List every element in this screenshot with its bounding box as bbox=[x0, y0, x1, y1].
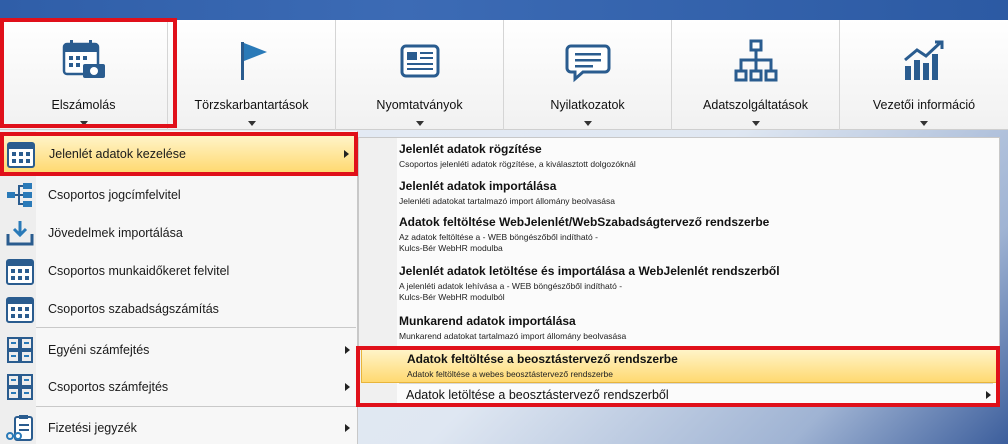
submenu-arrow-icon bbox=[345, 383, 350, 391]
clipboard-glasses-icon bbox=[0, 409, 40, 444]
menu-separator bbox=[36, 406, 356, 407]
submenu-item-title: Jelenlét adatok letöltése és importálása… bbox=[399, 264, 780, 278]
calendar-icon bbox=[0, 290, 40, 328]
bar-chart-growth-icon bbox=[904, 40, 944, 80]
menu-item-csoportos-szamfejtes[interactable]: Csoportos számfejtés bbox=[0, 368, 358, 406]
submenu-item-title: Jelenlét adatok rögzítése bbox=[399, 142, 542, 156]
ribbon-button-elszamolas[interactable]: Elszámolás bbox=[0, 20, 168, 130]
submenu-item-description: Az adatok feltöltése a - WEB böngészőből… bbox=[399, 232, 989, 254]
menu-item-egyeni-szamfejtes[interactable]: Egyéni számfejtés bbox=[0, 331, 358, 369]
dropdown-arrow-icon bbox=[583, 121, 592, 126]
ribbon-toolbar: Elszámolás Törzskarbantartások Nyomtatvá… bbox=[0, 20, 1008, 130]
hierarchy-icon bbox=[0, 176, 40, 214]
submenu-item-description: Adatok feltöltése a webes beosztástervez… bbox=[407, 369, 614, 379]
grid-icon bbox=[0, 368, 40, 406]
ribbon-button-adatszolgaltatasok[interactable]: Adatszolgáltatások bbox=[672, 20, 840, 130]
submenu-arrow-icon bbox=[986, 391, 991, 399]
org-chart-icon bbox=[734, 39, 777, 82]
dropdown-arrow-icon bbox=[415, 121, 424, 126]
submenu-arrow-icon bbox=[345, 346, 350, 354]
menu-item-label: Csoportos jogcímfelvitel bbox=[48, 188, 181, 202]
submenu-item-adatok-feltoltese-beosztastervezo[interactable]: Adatok feltöltése a beosztástervező rend… bbox=[361, 349, 997, 383]
download-tray-icon bbox=[0, 214, 40, 252]
menu-item-label: Csoportos számfejtés bbox=[48, 380, 169, 394]
menu-item-label: Fizetési jegyzék bbox=[48, 421, 137, 435]
menu-item-csoportos-jogcimfelvitel[interactable]: Csoportos jogcímfelvitel bbox=[0, 176, 358, 214]
submenu-item-title: Jelenlét adatok importálása bbox=[399, 179, 557, 193]
menu-item-label: Csoportos szabadságszámítás bbox=[48, 302, 219, 316]
menu-item-csoportos-szabadsagszamitas[interactable]: Csoportos szabadságszámítás bbox=[0, 290, 358, 328]
description-line: Az adatok feltöltése a - WEB böngészőből… bbox=[399, 232, 598, 242]
menu-separator bbox=[36, 327, 356, 328]
menu-item-jovedelmek-importalasa[interactable]: Jövedelmek importálása bbox=[0, 214, 358, 252]
menu-item-csoportos-munkaidokeret-felvitel[interactable]: Csoportos munkaidőkeret felvitel bbox=[0, 252, 358, 290]
ribbon-label: Adatszolgáltatások bbox=[703, 98, 808, 112]
submenu-item-munkarend-importalasa[interactable]: Munkarend adatok importálása Munkarend a… bbox=[399, 314, 989, 342]
ribbon-label: Elszámolás bbox=[51, 98, 116, 112]
submenu-item-title: Munkarend adatok importálása bbox=[399, 314, 576, 328]
ribbon-button-torzskarbantartasok[interactable]: Törzskarbantartások bbox=[168, 20, 336, 130]
grid-icon bbox=[0, 331, 40, 369]
submenu-item-adatok-letoltese-beosztastervezo[interactable]: Adatok letöltése a beosztástervező rends… bbox=[361, 384, 997, 406]
submenu-item-description: A jelenléti adatok lehívása a - WEB böng… bbox=[399, 281, 989, 303]
description-line: A jelenléti adatok lehívása a - WEB böng… bbox=[399, 281, 623, 291]
submenu-item-description: Munkarend adatokat tartalmazó import áll… bbox=[399, 331, 627, 341]
submenu-item-description: Csoportos jelenléti adatok rögzítése, a … bbox=[399, 159, 636, 169]
menu-item-fizetesi-jegyzek[interactable]: Fizetési jegyzék bbox=[0, 409, 358, 444]
speech-bubble-icon bbox=[565, 44, 610, 83]
description-line: Kulcs-Bér WebHR modulba bbox=[399, 243, 503, 253]
dropdown-arrow-icon bbox=[751, 121, 760, 126]
description-line: Kulcs-Bér WebHR modulból bbox=[399, 292, 505, 302]
menu-item-label: Jövedelmek importálása bbox=[48, 226, 183, 240]
submenu-item-title: Adatok feltöltése a beosztástervező rend… bbox=[407, 352, 678, 366]
submenu-item-jelenlet-importalasa[interactable]: Jelenlét adatok importálása Jelenléti ad… bbox=[399, 179, 989, 207]
ribbon-button-nyilatkozatok[interactable]: Nyilatkozatok bbox=[504, 20, 672, 130]
ribbon-label: Törzskarbantartások bbox=[194, 98, 309, 112]
submenu-item-adatok-feltoltese-webjelenlet[interactable]: Adatok feltöltése WebJelenlét/WebSzabads… bbox=[399, 215, 989, 254]
flag-icon bbox=[240, 42, 267, 80]
menu-item-label: Egyéni számfejtés bbox=[48, 343, 150, 357]
calendar-money-icon bbox=[62, 40, 105, 78]
submenu-item-description: Jelenléti adatokat tartalmazó import áll… bbox=[399, 196, 615, 206]
title-strip bbox=[0, 0, 1008, 20]
dropdown-arrow-icon bbox=[919, 121, 928, 126]
submenu-arrow-icon bbox=[345, 424, 350, 432]
ribbon-label: Vezetői információ bbox=[872, 98, 976, 112]
submenu-item-jelenlet-rogzitese[interactable]: Jelenlét adatok rögzítése Csoportos jele… bbox=[399, 142, 989, 170]
menu-item-label: Jelenlét adatok kezelése bbox=[49, 147, 186, 161]
submenu-item-title: Adatok feltöltése WebJelenlét/WebSzabads… bbox=[399, 215, 770, 229]
ribbon-button-nyomtatvanyok[interactable]: Nyomtatványok bbox=[336, 20, 504, 130]
ribbon-label: Nyomtatványok bbox=[376, 98, 463, 112]
submenu-item-label: Adatok letöltése a beosztástervező rends… bbox=[406, 388, 669, 402]
submenu-item-jelenlet-letoltese-webjelenlet[interactable]: Jelenlét adatok letöltése és importálása… bbox=[399, 264, 989, 303]
ribbon-label: Nyilatkozatok bbox=[550, 98, 625, 112]
menu-item-jelenlet-adatok-kezelese[interactable]: Jelenlét adatok kezelése bbox=[0, 135, 358, 173]
ribbon-button-vezetoi-informacio[interactable]: Vezetői információ bbox=[840, 20, 1008, 130]
calendar-icon bbox=[1, 135, 41, 173]
menu-item-label: Csoportos munkaidőkeret felvitel bbox=[48, 264, 230, 278]
calendar-icon bbox=[0, 252, 40, 290]
dropdown-arrow-icon bbox=[247, 121, 256, 126]
submenu-arrow-icon bbox=[344, 150, 349, 158]
submenu-jelenlet-adatok: Jelenlét adatok rögzítése Csoportos jele… bbox=[358, 137, 1000, 407]
dropdown-arrow-icon bbox=[79, 121, 88, 126]
left-dropdown-menu: Jelenlét adatok kezelése Csoportos jogcí… bbox=[0, 131, 358, 444]
document-form-icon bbox=[400, 44, 439, 78]
